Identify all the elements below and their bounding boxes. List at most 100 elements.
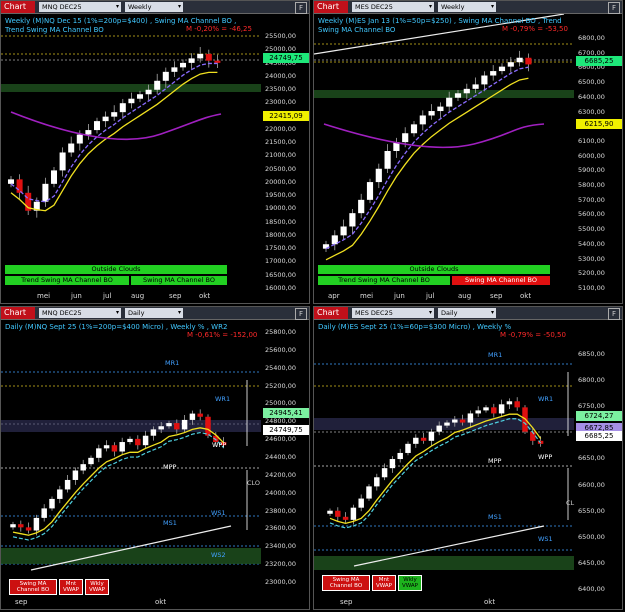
candle (472, 84, 479, 89)
month-label: okt (484, 598, 496, 606)
price-tick: 23400,00 (265, 542, 297, 551)
candle (25, 527, 32, 531)
price-tick: 18000,00 (265, 230, 297, 239)
pane-toolbar: Chart MNQ DEC25 Weekly F (1, 1, 309, 14)
month-label: jul (103, 292, 112, 300)
month-label: sep (340, 598, 353, 606)
candle (42, 183, 49, 202)
chart-tab[interactable]: Chart (314, 1, 348, 13)
month-label: jul (426, 292, 435, 300)
time-axis[interactable]: sep okt (1, 597, 261, 609)
candle (428, 431, 435, 441)
level-mpp: MPP (488, 457, 502, 465)
format-button[interactable]: F (295, 2, 307, 14)
symbol-select[interactable]: MNQ DEC25 (39, 308, 121, 318)
candle (88, 457, 94, 465)
timeframe-select[interactable]: Weekly (125, 2, 183, 12)
month-label: okt (199, 292, 211, 300)
chart-tab[interactable]: Chart (314, 307, 348, 319)
price-tick: 23500,00 (265, 85, 297, 94)
candle (459, 419, 466, 423)
price-tick: 23000,00 (265, 578, 297, 586)
price-tick: 6750,00 (578, 402, 605, 411)
candle (135, 438, 141, 446)
month-label: mei (37, 292, 51, 300)
format-button[interactable]: F (295, 308, 307, 320)
month-label: sep (15, 598, 28, 606)
chart-pane-mnq-daily[interactable]: Chart MNQ DEC25 Daily F Daily (M)NQ Sept… (0, 306, 310, 610)
candle (80, 464, 86, 471)
timeframe-select[interactable]: Daily (125, 308, 183, 318)
ma-price-tag: 22415,09 (263, 111, 309, 121)
long-ma-line (323, 123, 545, 149)
time-axis[interactable]: apr mei jun jul aug sep okt (314, 291, 574, 303)
chart-tab[interactable]: Chart (1, 307, 35, 319)
price-plot[interactable] (1, 14, 261, 294)
price-tick: 25600,00 (265, 345, 297, 354)
symbol-select[interactable]: MES DEC25 (352, 2, 434, 12)
month-label: sep (490, 292, 503, 300)
chart-pane-mnq-weekly[interactable]: Chart MNQ DEC25 Weekly F Weekly (M)NQ De… (0, 0, 310, 304)
candle (49, 498, 55, 509)
price-tick: 6550,00 (578, 506, 605, 515)
price-plot[interactable] (314, 14, 574, 294)
candle (349, 213, 356, 227)
candle (420, 437, 427, 441)
symbol-select[interactable]: MNQ DEC25 (39, 2, 121, 12)
symbol-select[interactable]: MES DEC25 (352, 308, 434, 318)
level-ms1: MS1 (163, 519, 177, 527)
candle (76, 134, 83, 144)
format-button[interactable]: F (608, 308, 620, 320)
candle (127, 438, 133, 443)
candle (72, 470, 79, 480)
candle (506, 401, 513, 405)
candle (446, 97, 453, 107)
candle (119, 442, 125, 452)
candle (483, 407, 489, 411)
mnt-vwap-pill: Mnt VWAP (372, 575, 396, 591)
price-axis[interactable]: 6850,006800,006750,006700,006650,006600,… (572, 320, 622, 609)
time-axis[interactable]: mei jun jul aug sep okt (1, 291, 261, 303)
timeframe-select[interactable]: Weekly (438, 2, 496, 12)
month-label: aug (458, 292, 472, 300)
price-tick: 5400,00 (578, 239, 605, 248)
last-price-tag: 6685,25 (576, 431, 622, 441)
candle (205, 416, 211, 436)
price-tick: 25200,00 (265, 381, 297, 390)
candle (205, 53, 212, 61)
candle (102, 116, 109, 122)
chart-tab[interactable]: Chart (1, 1, 35, 13)
candle (419, 115, 426, 125)
price-tick: 5600,00 (578, 210, 605, 219)
chart-pane-mes-weekly[interactable]: Chart MES DEC25 Weekly F Weekly (M)ES Ja… (313, 0, 623, 304)
candle (481, 75, 488, 85)
trend-swing-bar: Trend Swing MA Channel BO (5, 276, 129, 285)
candle (444, 422, 450, 426)
price-plot[interactable] (314, 320, 574, 600)
price-tick: 6300,00 (578, 107, 605, 116)
candle (41, 508, 47, 518)
price-tick: 16500,00 (265, 270, 297, 279)
candle (103, 445, 110, 449)
time-axis[interactable]: sep okt (314, 597, 574, 609)
candle (402, 133, 409, 143)
price-axis[interactable]: 25800,00 25600,00 25400,00 25200,00 25000,00… (259, 320, 309, 609)
format-button[interactable]: F (608, 2, 620, 14)
last-price-tag: 24749,75 (263, 425, 309, 435)
last-price-tag: 6685,25 (576, 56, 622, 66)
chart-pane-mes-daily[interactable]: Chart MES DEC25 Daily F Daily (M)ES Sept… (313, 306, 623, 610)
candle (366, 182, 374, 200)
candle (507, 62, 514, 67)
price-tick: 24000,00 (265, 488, 297, 497)
level-ws2: WS2 (211, 551, 226, 559)
price-tick: 25500,00 (265, 32, 297, 40)
candle (340, 226, 347, 236)
price-tick: 5200,00 (578, 269, 605, 278)
candle (214, 60, 221, 63)
pane-toolbar: Chart MES DEC25 Daily F (314, 307, 622, 320)
month-label: sep (169, 292, 182, 300)
timeframe-select[interactable]: Daily (438, 308, 496, 318)
candle (10, 524, 16, 528)
price-tick: 6850,00 (578, 350, 605, 358)
candle (358, 498, 364, 508)
